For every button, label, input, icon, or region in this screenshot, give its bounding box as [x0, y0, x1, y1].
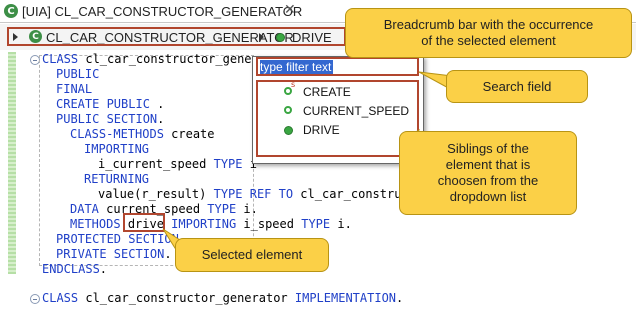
callout-text: Selected element — [201, 247, 303, 262]
callout-text: Breadcrumb bar with the occurrence of th… — [383, 17, 594, 48]
siblings-callout: Siblings of the element that is choosen … — [399, 131, 577, 215]
breadcrumb-callout: Breadcrumb bar with the occurrence of th… — [345, 8, 632, 58]
callout-text: Search field — [482, 78, 552, 94]
search-callout: Search field — [446, 70, 588, 103]
callout-text: Siblings of the element that is choosen … — [437, 141, 539, 204]
selected-element-callout: Selected element — [175, 238, 329, 272]
